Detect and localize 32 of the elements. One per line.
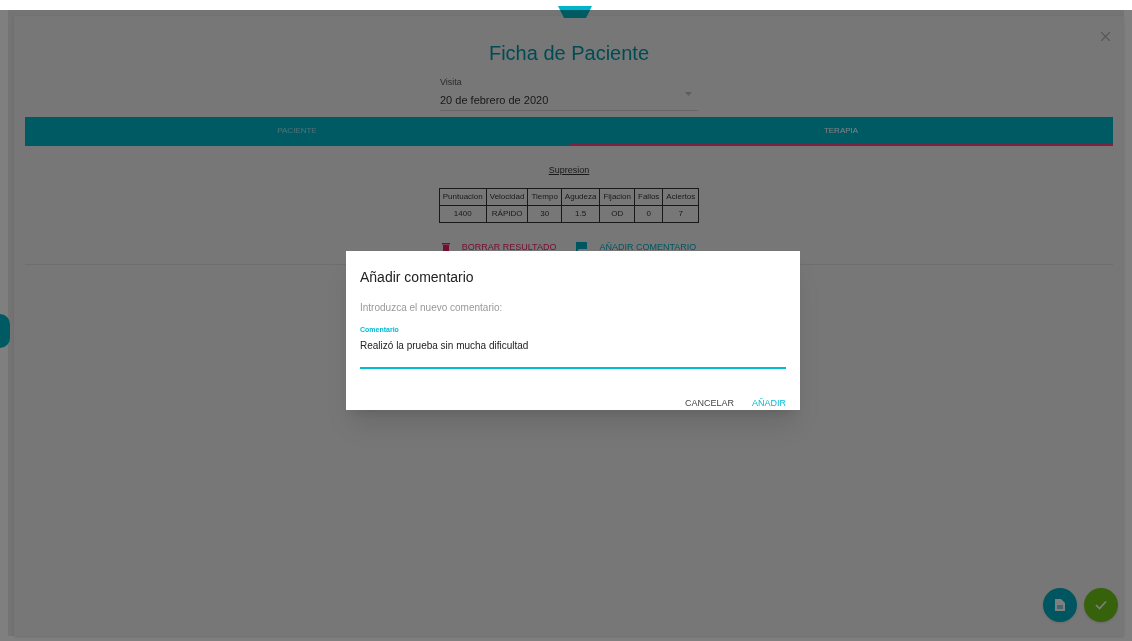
- tab[interactable]: PACIENTE: [25, 117, 569, 146]
- table-cell: OD: [599, 205, 635, 222]
- check-icon: [1095, 600, 1107, 610]
- side-handle[interactable]: [0, 314, 10, 348]
- dialog-title: Añadir comentario: [360, 268, 475, 287]
- column-header: Aciertos: [662, 188, 699, 205]
- close-icon[interactable]: [1101, 32, 1110, 41]
- trash-icon: [441, 242, 450, 253]
- visit-select[interactable]: Visita 20 de febrero de 2020: [440, 76, 698, 111]
- add-comment-button[interactable]: AÑADIR COMENTARIO: [576, 240, 697, 254]
- page-title: Ficha de Paciente: [488, 41, 650, 66]
- column-header: Tiempo: [527, 188, 562, 205]
- column-header: Fallos: [634, 188, 663, 205]
- table-cell: 7: [662, 205, 699, 222]
- document-icon: [1055, 599, 1065, 611]
- table-cell: 1400: [439, 205, 487, 222]
- table-cell: 30: [527, 205, 562, 222]
- table-cell: RÁPIDO: [486, 205, 528, 222]
- column-header: Puntuacion: [439, 188, 487, 205]
- column-header: Fijacion: [599, 188, 635, 205]
- table-cell: 1.5: [561, 205, 600, 222]
- delete-result-button[interactable]: BORRAR RESULTADO: [441, 240, 557, 254]
- result-title: Supresion: [548, 164, 590, 177]
- dialog-button[interactable]: AÑADIR: [746, 392, 792, 414]
- column-header: Velocidad: [486, 188, 528, 205]
- table-cell: 0: [634, 205, 663, 222]
- column-header: Agudeza: [561, 188, 600, 205]
- tab[interactable]: TERAPIA: [569, 117, 1113, 146]
- dialog-text: Introduzca el nuevo comentario:: [360, 301, 504, 315]
- comment-icon: [576, 242, 588, 253]
- top-tab-icon: [558, 6, 592, 18]
- dialog-button[interactable]: CANCELAR: [678, 392, 740, 414]
